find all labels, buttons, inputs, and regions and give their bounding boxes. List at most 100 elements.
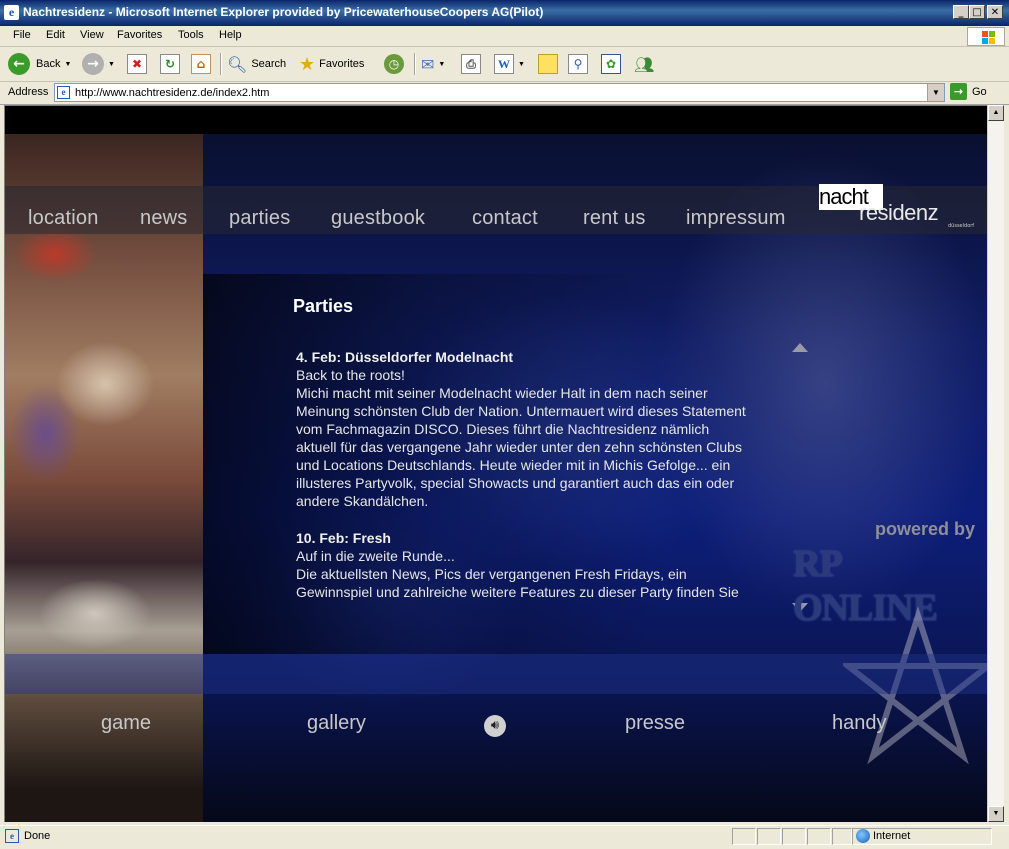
mail-button[interactable]: ✉ ▼ — [421, 51, 445, 77]
menu-file[interactable]: File — [13, 29, 31, 41]
close-button[interactable]: ✕ — [987, 5, 1003, 19]
nav-gallery[interactable]: gallery — [307, 712, 366, 735]
back-arrow-icon: ← — [8, 53, 30, 75]
status-cell — [732, 828, 756, 845]
web-content: location news parties guestbook contact … — [4, 105, 987, 822]
icq-flower-icon: ✿ — [601, 54, 621, 74]
status-cell — [757, 828, 781, 845]
minimize-button[interactable]: _ — [953, 5, 969, 19]
stop-button[interactable]: ✖ — [127, 51, 147, 77]
forward-arrow-icon: → — [82, 53, 104, 75]
note-icon — [538, 54, 558, 74]
windows-logo-icon — [967, 27, 1005, 46]
article-line: aktuell für das vergangene Jahr wieder u… — [296, 439, 742, 455]
go-label: Go — [972, 85, 987, 98]
status-cell — [782, 828, 806, 845]
search-button[interactable]: 🔍︎ Search — [227, 51, 286, 77]
powered-by-label: powered by — [875, 519, 976, 539]
nav-guestbook[interactable]: guestbook — [331, 207, 425, 230]
article-line: Die aktuellsten News, Pics der vergangen… — [296, 566, 687, 582]
icq-button[interactable]: ✿ — [601, 51, 621, 77]
back-label: Back — [36, 58, 61, 70]
article-line: Gewinnspiel und zahlreiche weitere Featu… — [296, 584, 739, 600]
messenger-icon: 👥︎ — [634, 54, 655, 74]
history-icon: ◷ — [384, 54, 404, 74]
nav-game[interactable]: game — [101, 712, 151, 735]
status-text: Done — [24, 830, 51, 842]
go-arrow-icon: → — [950, 83, 967, 100]
article-modelnacht: 4. Feb: Düsseldorfer Modelnacht Back to … — [296, 348, 771, 510]
toolbar: ← Back ▼ → ▼ ✖ ↻ ⌂ 🔍︎ Search ★ Favorites… — [0, 47, 1009, 82]
status-bar: e Done Internet — [0, 825, 1009, 849]
nav-handy[interactable]: handy — [832, 712, 887, 735]
menu-favorites[interactable]: Favorites — [117, 29, 162, 41]
article-fresh: 10. Feb: Fresh Auf in die zweite Runde..… — [296, 529, 771, 601]
status-cell — [807, 828, 831, 845]
nav-parties[interactable]: parties — [229, 207, 290, 230]
address-url[interactable]: http://www.nachtresidenz.de/index2.htm — [75, 87, 269, 99]
vertical-scrollbar[interactable]: ▲ ▼ — [987, 105, 1004, 822]
nav-contact[interactable]: contact — [472, 207, 538, 230]
article-line: andere Skandälchen. — [296, 493, 429, 509]
nav-presse[interactable]: presse — [625, 712, 685, 735]
edit-button[interactable]: W ▼ — [494, 51, 525, 77]
word-icon: W — [494, 54, 514, 74]
menu-edit[interactable]: Edit — [46, 29, 65, 41]
article-heading: 10. Feb: Fresh — [296, 530, 391, 546]
title-bar: e Nachtresidenz - Microsoft Internet Exp… — [0, 0, 1009, 26]
home-button[interactable]: ⌂ — [191, 51, 211, 77]
sound-speaker-icon[interactable]: 🔊︎ — [484, 715, 506, 737]
address-bar: Address e http://www.nachtresidenz.de/in… — [0, 82, 1009, 105]
print-button[interactable]: ⎙ — [461, 51, 481, 77]
favorites-label: Favorites — [319, 58, 365, 70]
search-label: Search — [251, 58, 287, 70]
forward-button[interactable]: → ▼ — [82, 51, 115, 77]
edit-dropdown-icon[interactable]: ▼ — [518, 61, 525, 68]
article-line: Back to the roots! — [296, 367, 405, 383]
logo-city: düsseldorf — [948, 223, 975, 229]
forward-dropdown-icon[interactable]: ▼ — [108, 61, 115, 68]
history-button[interactable]: ◷ — [384, 51, 404, 77]
menu-bar: File Edit View Favorites Tools Help — [0, 26, 1009, 47]
back-dropdown-icon[interactable]: ▼ — [64, 61, 71, 68]
nav-rent-us[interactable]: rent us — [583, 207, 646, 230]
nav-location[interactable]: location — [28, 207, 99, 230]
article-heading: 4. Feb: Düsseldorfer Modelnacht — [296, 349, 514, 365]
research-button[interactable]: ⚲ — [568, 51, 588, 77]
mail-dropdown-icon[interactable]: ▼ — [438, 61, 445, 68]
search-icon: 🔍︎ — [227, 54, 248, 74]
menu-help[interactable]: Help — [219, 29, 242, 41]
nav-news[interactable]: news — [140, 207, 188, 230]
scroll-up-arrow-icon[interactable] — [792, 343, 808, 352]
go-button[interactable]: → Go — [950, 83, 987, 100]
print-icon: ⎙ — [461, 54, 481, 74]
article-line: Meinung schönsten Club der Nation. Unter… — [296, 403, 746, 419]
status-page-icon: e — [5, 829, 19, 843]
messenger-button[interactable]: 👥︎ — [634, 51, 654, 77]
back-button[interactable]: ← Back ▼ — [8, 51, 71, 77]
menu-view[interactable]: View — [80, 29, 104, 41]
discuss-button[interactable] — [538, 51, 558, 77]
refresh-icon: ↻ — [160, 54, 180, 74]
favorites-button[interactable]: ★ Favorites — [299, 51, 364, 77]
ie-logo-icon: e — [4, 5, 19, 20]
maximize-button[interactable]: □ — [969, 5, 985, 19]
article-line: illusteres Partyvolk, special Showacts u… — [296, 475, 735, 491]
security-zone: Internet — [873, 830, 911, 842]
article-line: und Locations Deutschlands. Heute wieder… — [296, 457, 731, 473]
research-icon: ⚲ — [568, 54, 588, 74]
page-title: Parties — [293, 296, 354, 316]
internet-globe-icon — [856, 829, 870, 843]
address-dropdown-icon[interactable]: ▼ — [927, 84, 944, 101]
scroll-down-button[interactable]: ▼ — [988, 806, 1004, 822]
mail-icon: ✉ — [421, 54, 435, 74]
menu-tools[interactable]: Tools — [178, 29, 204, 41]
address-input[interactable]: e http://www.nachtresidenz.de/index2.htm… — [54, 83, 945, 102]
scroll-up-button[interactable]: ▲ — [988, 105, 1004, 121]
logo-residenz: residenz — [859, 200, 939, 225]
article-line: Michi macht mit seiner Modelnacht wieder… — [296, 385, 708, 401]
nav-impressum[interactable]: impressum — [686, 207, 786, 230]
refresh-button[interactable]: ↻ — [160, 51, 180, 77]
page-icon: e — [57, 86, 70, 99]
window-title: Nachtresidenz - Microsoft Internet Explo… — [23, 5, 544, 19]
